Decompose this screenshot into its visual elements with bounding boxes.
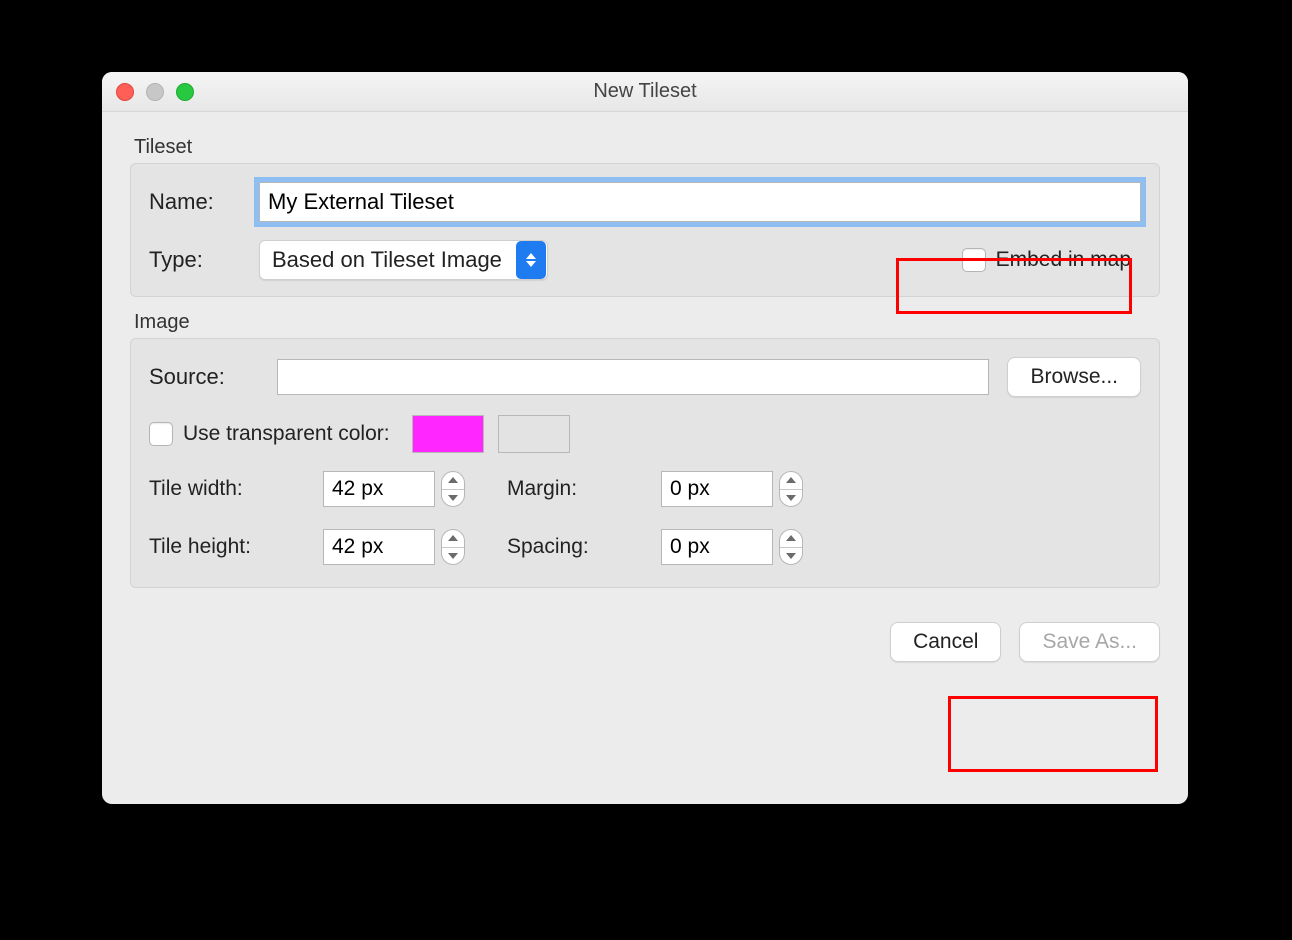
tile-width-input[interactable]: [323, 471, 435, 507]
tile-height-input[interactable]: [323, 529, 435, 565]
spacing-label: Spacing:: [507, 535, 637, 559]
group-image: Source: Browse... Use transparent color:…: [130, 338, 1160, 588]
margin-label: Margin:: [507, 477, 637, 501]
window-close-button[interactable]: [116, 83, 134, 101]
window-zoom-button[interactable]: [176, 83, 194, 101]
type-select-value: Based on Tileset Image: [260, 247, 514, 273]
source-label: Source:: [149, 364, 277, 390]
transparent-color-swatch[interactable]: [412, 415, 484, 453]
chevron-down-icon: [786, 495, 796, 501]
group-tileset: Name: Type: Based on Tileset Image: [130, 163, 1160, 297]
section-label-image: Image: [134, 311, 1160, 334]
save-as-button[interactable]: Save As...: [1019, 622, 1160, 662]
name-label: Name:: [149, 189, 259, 215]
chevron-up-icon: [448, 535, 458, 541]
browse-button[interactable]: Browse...: [1007, 357, 1141, 397]
window-controls: [116, 83, 194, 101]
window-minimize-button[interactable]: [146, 83, 164, 101]
chevron-down-icon: [448, 553, 458, 559]
margin-stepper[interactable]: [779, 471, 803, 507]
name-input[interactable]: [259, 182, 1141, 222]
tile-height-label: Tile height:: [149, 535, 299, 559]
spacing-stepper[interactable]: [779, 529, 803, 565]
titlebar: New Tileset: [102, 72, 1188, 112]
highlight-save-as: [948, 696, 1158, 772]
chevron-up-icon: [786, 535, 796, 541]
chevron-down-icon: [786, 553, 796, 559]
tile-width-label: Tile width:: [149, 477, 299, 501]
tile-width-stepper[interactable]: [441, 471, 465, 507]
chevron-up-icon: [786, 477, 796, 483]
type-select[interactable]: Based on Tileset Image: [259, 240, 548, 280]
dialog-new-tileset: New Tileset Tileset Name: Type: Based on…: [102, 72, 1188, 804]
chevron-up-down-icon: [516, 241, 546, 279]
tile-height-stepper[interactable]: [441, 529, 465, 565]
chevron-up-icon: [448, 477, 458, 483]
embed-in-map-checkbox[interactable]: [962, 248, 986, 272]
embed-in-map-label: Embed in map: [996, 248, 1131, 272]
type-label: Type:: [149, 247, 259, 273]
use-transparent-label: Use transparent color:: [183, 422, 390, 446]
cancel-button[interactable]: Cancel: [890, 622, 1001, 662]
margin-input[interactable]: [661, 471, 773, 507]
section-label-tileset: Tileset: [134, 136, 1160, 159]
window-title: New Tileset: [102, 80, 1188, 103]
secondary-color-swatch[interactable]: [498, 415, 570, 453]
chevron-down-icon: [448, 495, 458, 501]
use-transparent-checkbox[interactable]: [149, 422, 173, 446]
spacing-input[interactable]: [661, 529, 773, 565]
source-input[interactable]: [277, 359, 989, 395]
